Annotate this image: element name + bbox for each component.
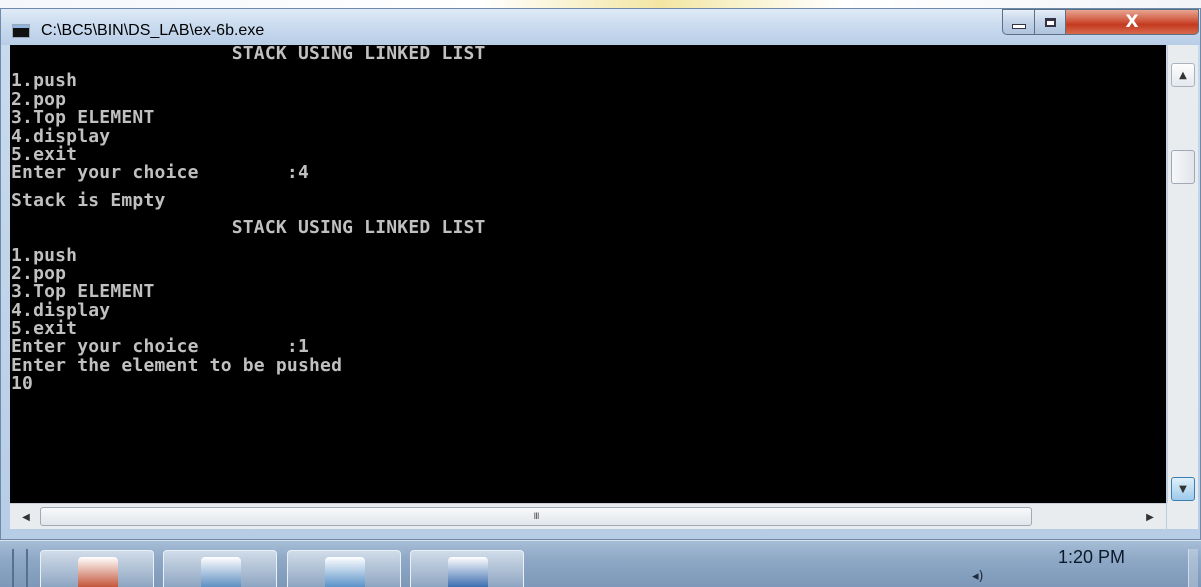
arrow-up-icon: ▲ xyxy=(1179,69,1187,81)
console-text: STACK USING LINKED LIST 1.push 2.pop 3.Top … xyxy=(10,45,1166,394)
console-line: 2.pop xyxy=(11,88,67,110)
arrow-down-icon: ▼ xyxy=(1179,483,1187,495)
scroll-up-button[interactable]: ▲ xyxy=(1171,63,1195,87)
close-icon: X xyxy=(1125,12,1139,32)
minimize-icon xyxy=(1011,23,1026,29)
taskbar: ◂) 1:20 PM xyxy=(0,540,1201,587)
console-line: Enter the element to be pushed xyxy=(11,354,343,376)
scroll-right-button[interactable]: ▶ xyxy=(1138,506,1162,528)
desktop-wallpaper xyxy=(0,0,1201,8)
close-button[interactable]: X xyxy=(1065,9,1199,35)
horizontal-scrollbar[interactable]: ◀ III ▶ xyxy=(10,503,1166,529)
maximize-button[interactable] xyxy=(1034,9,1066,35)
show-desktop-button[interactable] xyxy=(1188,549,1198,587)
minimize-button[interactable] xyxy=(1002,9,1035,35)
console-line: 3.Top ELEMENT xyxy=(11,281,155,303)
console-line: 4.display xyxy=(11,299,111,321)
taskbar-app-console[interactable] xyxy=(410,550,524,587)
console-app-icon[interactable] xyxy=(12,24,30,38)
console-output[interactable]: STACK USING LINKED LIST 1.push 2.pop 3.Top … xyxy=(10,45,1166,503)
taskbar-clock[interactable]: 1:20 PM xyxy=(1058,547,1125,568)
grip-icon: III xyxy=(533,511,540,522)
taskbar-app-paint[interactable] xyxy=(287,550,401,587)
arrow-right-icon: ▶ xyxy=(1146,511,1154,523)
maximize-icon xyxy=(1044,17,1056,27)
console-line: 2.pop xyxy=(11,262,67,284)
console-line: 1.push xyxy=(11,70,78,92)
window-title: C:\BC5\BIN\DS_LAB\ex-6b.exe xyxy=(41,22,265,39)
title-bar[interactable]: C:\BC5\BIN\DS_LAB\ex-6b.exe X xyxy=(1,9,1200,45)
console-line: 10 xyxy=(11,373,34,395)
taskbar-app-notepad[interactable] xyxy=(163,550,277,587)
console-icon xyxy=(448,557,488,587)
paint-icon xyxy=(325,557,365,587)
console-line: 4.display xyxy=(11,125,111,147)
arrow-left-icon: ◀ xyxy=(22,511,30,523)
console-line: Enter your choice :4 xyxy=(11,162,309,184)
volume-icon[interactable]: ◂) xyxy=(972,569,984,584)
console-window[interactable]: C:\BC5\BIN\DS_LAB\ex-6b.exe X STACK USIN… xyxy=(0,8,1201,540)
taskbar-divider xyxy=(12,549,28,587)
horizontal-scroll-thumb[interactable]: III xyxy=(40,507,1032,526)
resize-grip[interactable] xyxy=(1167,503,1198,529)
vertical-scrollbar[interactable]: ▲ ▼ xyxy=(1167,45,1198,503)
explorer-icon xyxy=(78,557,118,587)
console-line: STACK USING LINKED LIST xyxy=(11,45,486,64)
vertical-scroll-thumb[interactable] xyxy=(1171,150,1195,184)
scroll-down-button[interactable]: ▼ xyxy=(1171,477,1195,501)
console-line: STACK USING LINKED LIST xyxy=(11,217,486,239)
console-line: 3.Top ELEMENT xyxy=(11,107,155,129)
notepad-icon xyxy=(201,557,241,587)
taskbar-app-explorer[interactable] xyxy=(40,550,154,587)
scroll-left-button[interactable]: ◀ xyxy=(14,506,38,528)
console-line: Stack is Empty xyxy=(11,189,166,211)
console-line: 1.push xyxy=(11,244,78,266)
